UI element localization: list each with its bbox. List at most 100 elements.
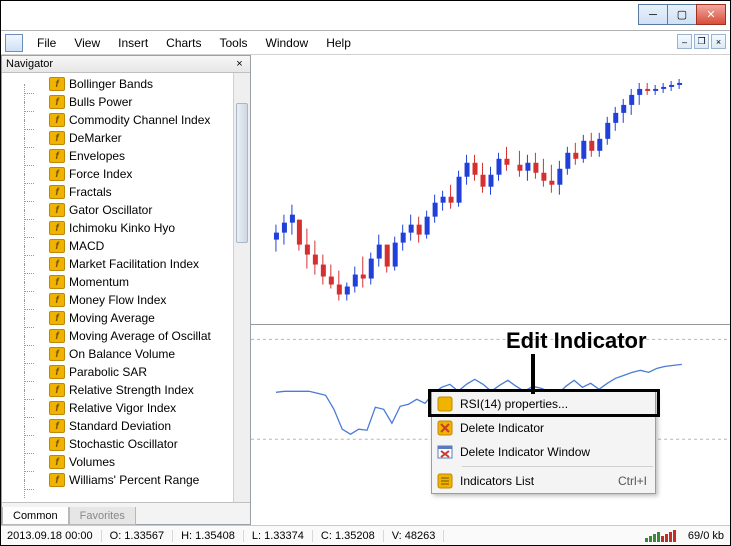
maximize-button[interactable]: ▢ — [667, 4, 697, 25]
ctx-item-delete-window[interactable]: Delete Indicator Window — [432, 440, 655, 464]
navigator-item-label: Moving Average — [69, 311, 155, 325]
indicator-icon: f — [49, 437, 65, 451]
navigator-item-label: Bulls Power — [69, 95, 132, 109]
app-icon — [5, 34, 23, 52]
indicator-icon: f — [49, 293, 65, 307]
annotation-highlight — [428, 389, 660, 417]
indicator-icon: f — [49, 149, 65, 163]
navigator-item[interactable]: f Commodity Channel Index — [4, 111, 250, 129]
navigator-tab-common[interactable]: Common — [2, 507, 69, 525]
navigator-item[interactable]: f Bulls Power — [4, 93, 250, 111]
navigator-item-label: MACD — [69, 239, 104, 253]
delete-indicator-icon — [436, 419, 454, 437]
indicators-list-icon — [436, 472, 454, 490]
indicator-icon: f — [49, 257, 65, 271]
indicator-icon: f — [49, 401, 65, 415]
ctx-shortcut: Ctrl+I — [618, 474, 647, 488]
status-connection: 69/0 kb — [688, 530, 724, 542]
navigator-item[interactable]: fIchimoku Kinko Hyo — [4, 219, 250, 237]
navigator-item-label: Relative Strength Index — [69, 383, 194, 397]
navigator-item[interactable]: fRelative Vigor Index — [4, 399, 250, 417]
navigator-item[interactable]: f Moving Average of Oscillat — [4, 327, 250, 345]
menu-tools[interactable]: Tools — [212, 34, 256, 52]
navigator-item-label: Williams' Percent Range — [69, 473, 199, 487]
navigator-item[interactable]: f Bollinger Bands — [4, 75, 250, 93]
menu-charts[interactable]: Charts — [158, 34, 209, 52]
indicator-icon: f — [49, 203, 65, 217]
navigator-item[interactable]: f Stochastic Oscillator — [4, 435, 250, 453]
navigator-item[interactable]: fParabolic SAR — [4, 363, 250, 381]
navigator-item[interactable]: fMoving Average — [4, 309, 250, 327]
ctx-item-indicators-list[interactable]: Indicators List Ctrl+I — [432, 469, 655, 493]
navigator-item[interactable]: f Envelopes — [4, 147, 250, 165]
indicator-icon: f — [49, 131, 65, 145]
ctx-item-delete-indicator[interactable]: Delete Indicator — [432, 416, 655, 440]
navigator-item-label: Volumes — [69, 455, 115, 469]
indicator-icon: f — [49, 167, 65, 181]
navigator-tab-favorites[interactable]: Favorites — [69, 507, 136, 525]
navigator-item-label: On Balance Volume — [69, 347, 175, 361]
navigator-item-label: Force Index — [69, 167, 132, 181]
mdi-minimize-button[interactable]: – — [677, 34, 692, 49]
navigator-item-label: Envelopes — [69, 149, 125, 163]
ctx-label: Delete Indicator Window — [460, 445, 590, 459]
indicator-icon: f — [49, 113, 65, 127]
ctx-separator — [462, 466, 653, 467]
navigator-panel: Navigator × f Bollinger Bands f Bulls Power… — [1, 55, 251, 525]
indicator-icon: f — [49, 383, 65, 397]
navigator-title-bar[interactable]: Navigator × — [2, 56, 250, 73]
menu-insert[interactable]: Insert — [110, 34, 156, 52]
navigator-item[interactable]: f Force Index — [4, 165, 250, 183]
navigator-item[interactable]: f DeMarker — [4, 129, 250, 147]
menu-view[interactable]: View — [66, 34, 108, 52]
indicator-icon: f — [49, 185, 65, 199]
indicator-icon: f — [49, 239, 65, 253]
annotation-leader — [531, 354, 535, 394]
navigator-item-label: Moving Average of Oscillat — [69, 329, 211, 343]
navigator-item[interactable]: f MACD — [4, 237, 250, 255]
indicator-icon: f — [49, 77, 65, 91]
navigator-item[interactable]: f Market Facilitation Index — [4, 255, 250, 273]
scrollbar-thumb[interactable] — [236, 103, 248, 243]
status-high: H: 1.35408 — [181, 530, 244, 542]
navigator-item[interactable]: f Money Flow Index — [4, 291, 250, 309]
navigator-item-label: Commodity Channel Index — [69, 113, 210, 127]
menu-window[interactable]: Window — [258, 34, 317, 52]
navigator-item-label: Momentum — [69, 275, 129, 289]
navigator-tree[interactable]: f Bollinger Bands f Bulls Power f Commodity C… — [2, 73, 250, 502]
navigator-close-icon[interactable]: × — [233, 58, 246, 71]
mdi-close-button[interactable]: × — [711, 34, 726, 49]
navigator-item-label: Market Facilitation Index — [69, 257, 199, 271]
menu-file[interactable]: File — [29, 34, 64, 52]
navigator-item[interactable]: f On Balance Volume — [4, 345, 250, 363]
navigator-item[interactable]: f Volumes — [4, 453, 250, 471]
ctx-label: Delete Indicator — [460, 421, 544, 435]
indicator-icon: f — [49, 329, 65, 343]
navigator-item-label: Bollinger Bands — [69, 77, 153, 91]
navigator-item[interactable]: fWilliams' Percent Range — [4, 471, 250, 489]
navigator-item[interactable]: f Fractals — [4, 183, 250, 201]
indicator-icon: f — [49, 365, 65, 379]
connection-bars-icon — [645, 530, 676, 542]
mdi-restore-button[interactable]: ❐ — [694, 34, 709, 49]
indicator-icon: f — [49, 455, 65, 469]
navigator-item-label: Money Flow Index — [69, 293, 166, 307]
indicator-icon: f — [49, 95, 65, 109]
menubar: File View Insert Charts Tools Window Hel… — [1, 31, 730, 55]
minimize-button[interactable]: ─ — [638, 4, 668, 25]
navigator-item-label: DeMarker — [69, 131, 122, 145]
status-low: L: 1.33374 — [252, 530, 313, 542]
menu-help[interactable]: Help — [318, 34, 359, 52]
indicator-icon: f — [49, 347, 65, 361]
navigator-item[interactable]: f Relative Strength Index — [4, 381, 250, 399]
navigator-scrollbar[interactable] — [233, 73, 250, 502]
navigator-item[interactable]: fGator Oscillator — [4, 201, 250, 219]
navigator-item[interactable]: f Momentum — [4, 273, 250, 291]
close-button[interactable]: ✕ — [696, 4, 726, 25]
navigator-item-label: Stochastic Oscillator — [69, 437, 178, 451]
indicator-icon: f — [49, 275, 65, 289]
annotation-label: Edit Indicator — [506, 328, 647, 354]
navigator-item-label: Fractals — [69, 185, 112, 199]
navigator-item[interactable]: fStandard Deviation — [4, 417, 250, 435]
status-close: C: 1.35208 — [321, 530, 384, 542]
